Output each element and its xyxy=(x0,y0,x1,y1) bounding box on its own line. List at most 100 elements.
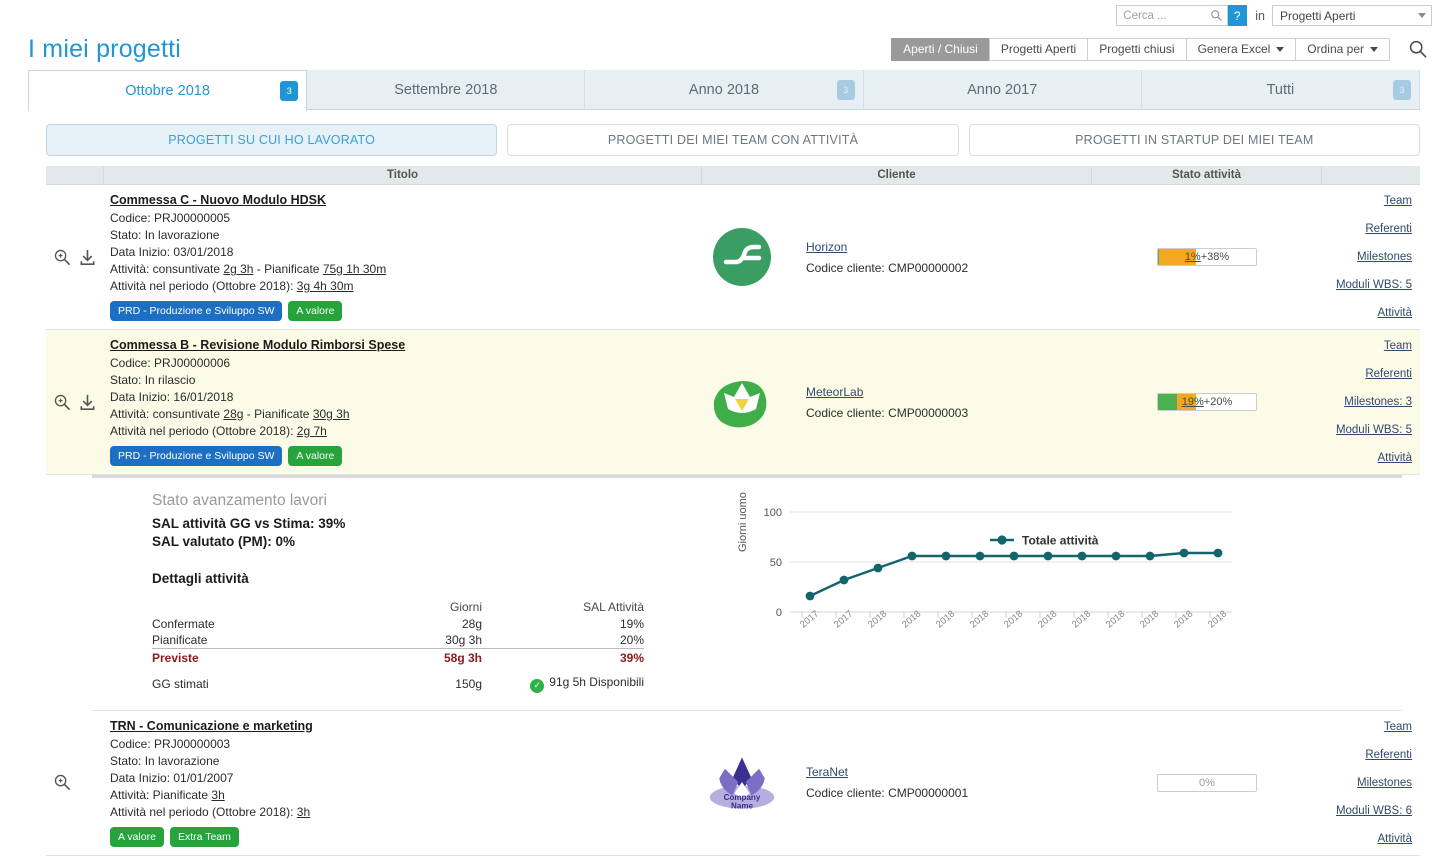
ordina-per-label: Ordina per xyxy=(1307,42,1364,56)
project-info: Commessa C - Nuovo Modulo HDSK Codice: P… xyxy=(104,185,702,329)
subtab-progetti-dei-miei-team-con-attivita[interactable]: PROGETTI DEI MIEI TEAM CON ATTIVITÀ xyxy=(507,124,958,156)
link-moduli-wbs[interactable]: Moduli WBS: 5 xyxy=(1336,279,1412,291)
sal-row-confermate: Confermate 28g 19% xyxy=(152,616,644,632)
projects-table: Titolo Cliente Stato attività Commessa C… xyxy=(46,166,1420,856)
search-input[interactable]: Cerca ... xyxy=(1116,5,1228,26)
help-button[interactable]: ? xyxy=(1227,5,1247,26)
tag-badge: A valore xyxy=(288,446,342,466)
filter-progetti-aperti-button[interactable]: Progetti Aperti xyxy=(989,38,1087,61)
sal-table-header-row: Giorni SAL Attività xyxy=(152,600,644,616)
header-button-group: Aperti / Chiusi Progetti Aperti Progetti… xyxy=(891,38,1390,61)
project-scope-tabs: PROGETTI SU CUI HO LAVORATO PROGETTI DEI… xyxy=(46,124,1420,156)
download-icon[interactable] xyxy=(78,393,97,412)
search-scope-select[interactable]: Progetti Aperti xyxy=(1272,5,1432,26)
link-referenti[interactable]: Referenti xyxy=(1365,368,1412,380)
download-icon[interactable] xyxy=(78,248,97,267)
data-inizio-label: Data Inizio: xyxy=(110,245,170,259)
progress-text-a: 0% xyxy=(1199,777,1215,789)
periodo-value-link[interactable]: 2g 7h xyxy=(297,424,327,438)
attivita-pianificate-link[interactable]: 3h xyxy=(211,788,224,802)
sal-giorni: 58g 3h xyxy=(362,649,482,667)
magnifier-plus-icon[interactable] xyxy=(53,393,72,412)
magnifier-plus-icon[interactable] xyxy=(53,773,72,792)
project-title-link[interactable]: TRN - Comunicazione e marketing xyxy=(110,719,313,733)
search-placeholder-text: Cerca ... xyxy=(1123,10,1210,22)
data-inizio-value: 03/01/2018 xyxy=(173,245,233,259)
link-referenti[interactable]: Referenti xyxy=(1365,749,1412,761)
tab-anno-2017[interactable]: Anno 2017 xyxy=(864,70,1142,109)
logo-text-line2: Name xyxy=(731,801,753,810)
filter-progetti-chiusi-button[interactable]: Progetti chiusi xyxy=(1087,38,1185,61)
link-attivita[interactable]: Attività xyxy=(1377,833,1412,845)
link-milestones[interactable]: Milestones: 3 xyxy=(1344,396,1412,408)
client-cell: Horizon Codice cliente: CMP00000002 xyxy=(702,185,1092,329)
magnifier-plus-icon[interactable] xyxy=(53,248,72,267)
client-name-link[interactable]: TeraNet xyxy=(806,765,848,779)
attivita-prefix: Attività: Pianificate xyxy=(110,788,208,802)
link-moduli-wbs[interactable]: Moduli WBS: 5 xyxy=(1336,424,1412,436)
periodo-value-link[interactable]: 3h xyxy=(297,805,310,819)
sal-line-2: SAL valutato (PM): 0% xyxy=(152,533,732,551)
tag-badge: PRD - Produzione e Sviluppo SW xyxy=(110,446,282,466)
sal-panel: Stato avanzamento lavori SAL attività GG… xyxy=(92,478,1402,711)
attivita-consuntivate-link[interactable]: 2g 3h xyxy=(223,262,253,276)
project-tags: A valore Extra Team xyxy=(110,827,702,847)
codice-label: Codice: xyxy=(110,211,151,225)
subtab-progetti-su-cui-ho-lavorato[interactable]: PROGETTI SU CUI HO LAVORATO xyxy=(46,124,497,156)
project-title-link[interactable]: Commessa B - Revisione Modulo Rimborsi S… xyxy=(110,338,405,352)
client-code-value: CMP00000001 xyxy=(888,786,968,800)
row-links: Team Referenti Milestones Moduli WBS: 5 … xyxy=(1322,185,1420,329)
sal-chart-area: Giorni uomo 100 50 0 xyxy=(732,492,1402,694)
client-name-link[interactable]: Horizon xyxy=(806,240,847,254)
link-milestones[interactable]: Milestones xyxy=(1357,251,1412,263)
tab-tutti[interactable]: Tutti 3 xyxy=(1142,70,1420,109)
header-search-icon[interactable] xyxy=(1408,39,1428,59)
y-tick-100: 100 xyxy=(764,507,782,519)
project-title-link[interactable]: Commessa C - Nuovo Modulo HDSK xyxy=(110,193,326,207)
genera-excel-button[interactable]: Genera Excel xyxy=(1186,38,1296,61)
ordina-per-button[interactable]: Ordina per xyxy=(1295,38,1390,61)
tab-ottobre-2018[interactable]: Ottobre 2018 3 xyxy=(28,70,307,111)
link-referenti[interactable]: Referenti xyxy=(1365,223,1412,235)
attivita-prefix: Attività: consuntivate xyxy=(110,262,220,276)
attivita-consuntivate-link[interactable]: 28g xyxy=(223,407,243,421)
link-milestones[interactable]: Milestones xyxy=(1357,777,1412,789)
table-row: Commessa B - Revisione Modulo Rimborsi S… xyxy=(46,330,1420,475)
link-attivita[interactable]: Attività xyxy=(1377,307,1412,319)
filter-aperti-chiusi-button[interactable]: Aperti / Chiusi xyxy=(891,38,989,61)
periodo-value-link[interactable]: 3g 4h 30m xyxy=(297,279,354,293)
sal-label: Pianificate xyxy=(152,632,362,649)
tab-label: Tutti xyxy=(1267,82,1295,98)
link-team[interactable]: Team xyxy=(1384,195,1412,207)
status-progress-bar: 1%+38% xyxy=(1157,248,1257,266)
tab-badge: 3 xyxy=(280,81,298,101)
attivita-pianificate-link[interactable]: 30g 3h xyxy=(313,407,350,421)
activity-chart: Giorni uomo 100 50 0 xyxy=(732,500,1232,650)
link-team[interactable]: Team xyxy=(1384,721,1412,733)
sal-col-giorni: Giorni xyxy=(362,600,482,616)
client-cell: MeteorLab Codice cliente: CMP00000003 xyxy=(702,330,1092,474)
attivita-pianificate-link[interactable]: 75g 1h 30m xyxy=(323,262,386,276)
subtab-label: PROGETTI DEI MIEI TEAM CON ATTIVITÀ xyxy=(608,133,858,147)
project-info: TRN - Comunicazione e marketing Codice: … xyxy=(104,711,702,855)
link-team[interactable]: Team xyxy=(1384,340,1412,352)
sal-percent: 39% xyxy=(482,649,644,667)
tab-anno-2018[interactable]: Anno 2018 3 xyxy=(585,70,863,109)
project-periodo: Attività nel periodo (Ottobre 2018): 3h xyxy=(110,804,702,821)
sal-label: Confermate xyxy=(152,616,362,632)
client-name-link[interactable]: MeteorLab xyxy=(806,385,863,399)
row-action-icons xyxy=(46,711,104,855)
subtab-progetti-in-startup-dei-miei-team[interactable]: PROGETTI IN STARTUP DEI MIEI TEAM xyxy=(969,124,1420,156)
link-moduli-wbs[interactable]: Moduli WBS: 6 xyxy=(1336,805,1412,817)
filter-progetti-chiusi-label: Progetti chiusi xyxy=(1099,42,1174,56)
project-stato: Stato: In rilascio xyxy=(110,372,702,389)
stato-label: Stato: xyxy=(110,754,141,768)
chevron-down-icon xyxy=(1276,47,1284,52)
tab-settembre-2018[interactable]: Settembre 2018 xyxy=(307,70,585,109)
sal-heading: Stato avanzamento lavori xyxy=(152,492,732,510)
project-tags: PRD - Produzione e Sviluppo SW A valore xyxy=(110,446,702,466)
filter-progetti-aperti-label: Progetti Aperti xyxy=(1001,42,1076,56)
project-attivita: Attività: Pianificate 3h xyxy=(110,787,702,804)
project-info: Commessa B - Revisione Modulo Rimborsi S… xyxy=(104,330,702,474)
link-attivita[interactable]: Attività xyxy=(1377,452,1412,464)
